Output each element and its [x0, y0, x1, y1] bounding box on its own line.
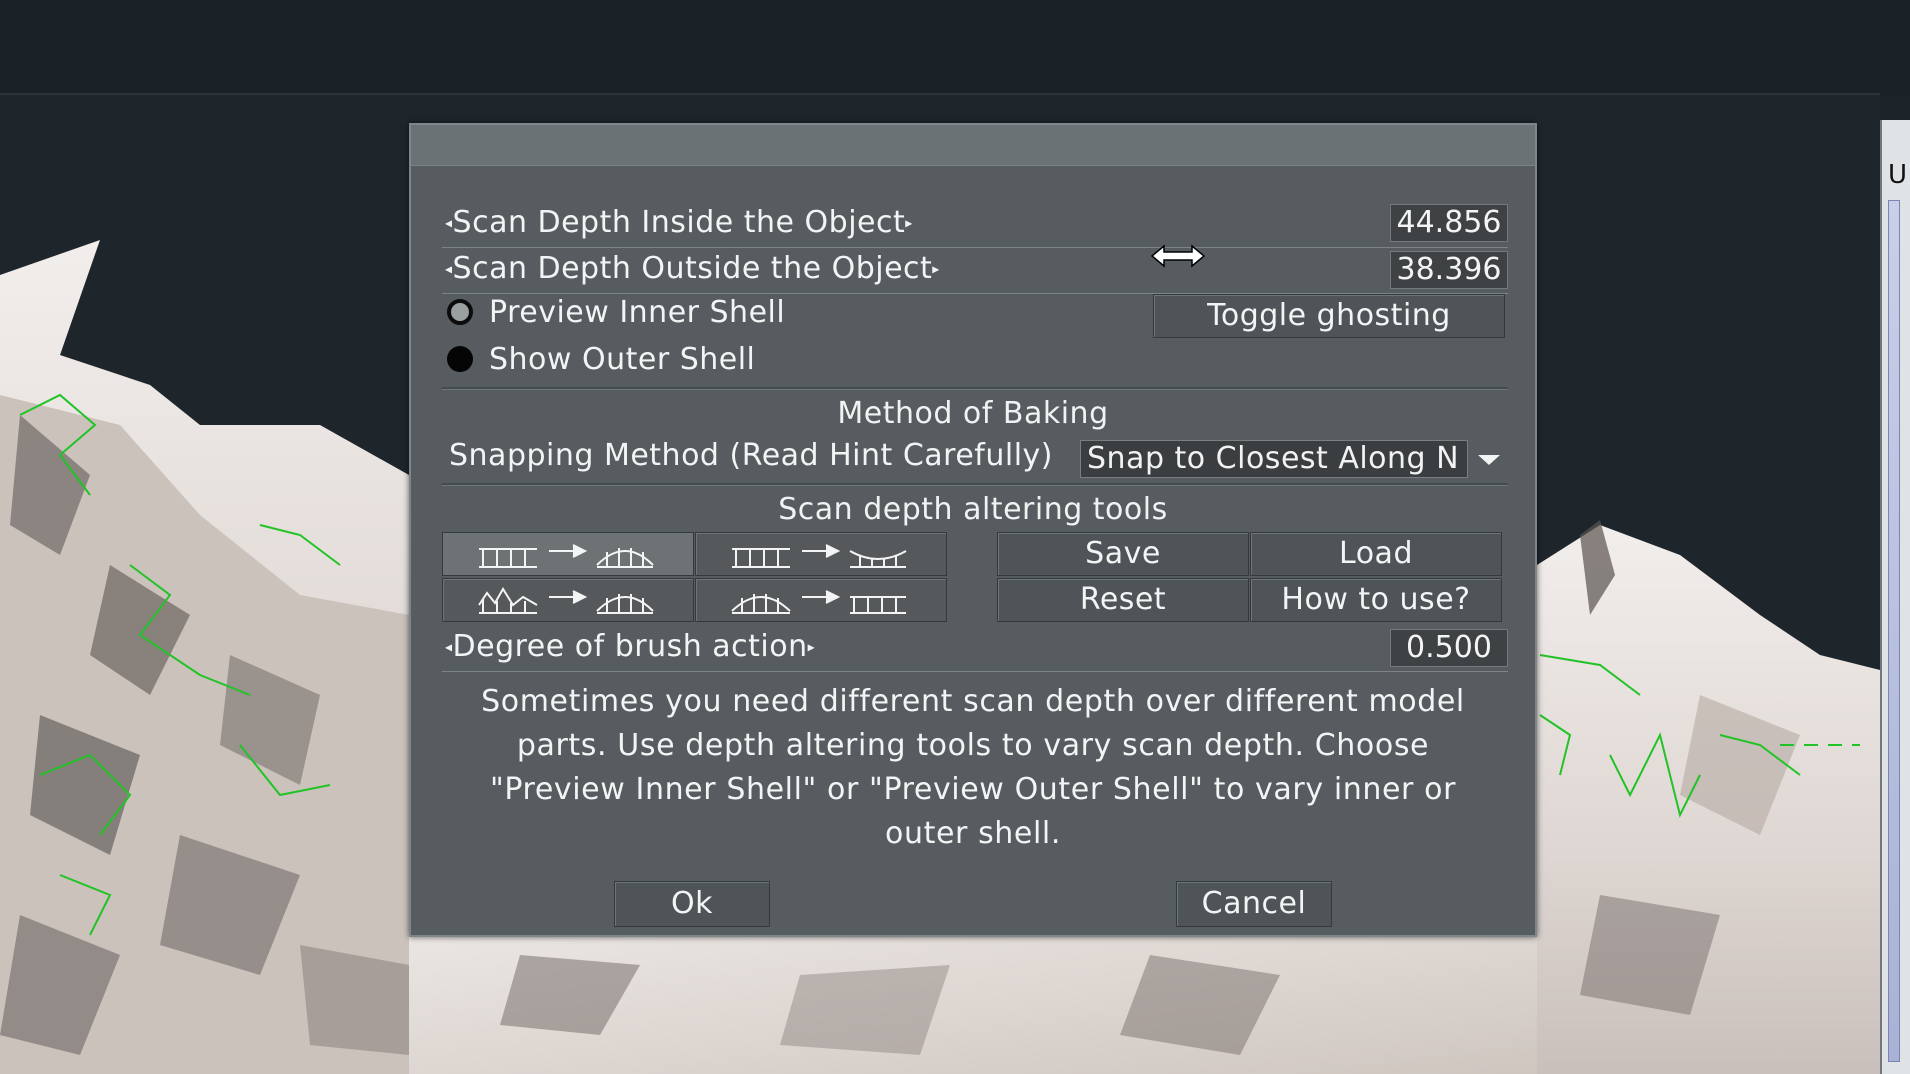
show-outer-shell-radio[interactable]: [447, 346, 473, 372]
preview-inner-shell-label[interactable]: Preview Inner Shell: [489, 295, 785, 330]
show-outer-shell-label[interactable]: Show Outer Shell: [489, 342, 755, 377]
toggle-ghosting-button[interactable]: Toggle ghosting: [1153, 294, 1505, 338]
snapping-method-select[interactable]: Snap to Closest Along N: [1080, 440, 1468, 478]
scan-depth-outside-label: Scan Depth Outside the Object: [452, 251, 933, 286]
dialog-titlebar[interactable]: [411, 125, 1535, 166]
bumpy-to-convex-icon: [478, 587, 654, 614]
how-to-use-button[interactable]: How to use?: [1250, 578, 1502, 622]
scan-depth-inside-slider[interactable]: ◂Scan Depth Inside the Object▸: [445, 205, 913, 240]
tool-convex-to-flat-button[interactable]: [695, 578, 947, 622]
scan-depth-inside-value[interactable]: 44.856: [1390, 204, 1508, 242]
scan-depth-dialog: ◂Scan Depth Inside the Object▸ 44.856 ◂S…: [409, 123, 1537, 937]
chevron-down-icon[interactable]: [1478, 455, 1500, 465]
increase-arrow-icon[interactable]: ▸: [808, 640, 816, 656]
decrease-arrow-icon[interactable]: ◂: [445, 262, 453, 278]
resize-cursor-icon: [1150, 244, 1206, 268]
viewport-top-bar: [0, 0, 1910, 93]
save-button[interactable]: Save: [997, 532, 1249, 576]
increase-arrow-icon[interactable]: ▸: [905, 216, 913, 232]
side-panel-strip[interactable]: [1888, 200, 1900, 1062]
row-divider: [442, 247, 1508, 248]
method-of-baking-heading: Method of Baking: [837, 396, 1109, 431]
section-divider: [442, 483, 1508, 486]
hint-text: Sometimes you need different scan depth …: [481, 684, 1465, 851]
brush-degree-slider[interactable]: ◂Degree of brush action▸: [445, 629, 815, 664]
row-divider: [442, 671, 1508, 672]
convex-to-flat-icon: [731, 590, 906, 614]
ok-button[interactable]: Ok: [614, 881, 770, 927]
scan-depth-outside-slider[interactable]: ◂Scan Depth Outside the Object▸: [445, 251, 940, 286]
cancel-button[interactable]: Cancel: [1176, 881, 1332, 927]
side-panel[interactable]: U: [1880, 120, 1910, 1074]
reset-button[interactable]: Reset: [997, 578, 1249, 622]
snapping-method-label: Snapping Method (Read Hint Carefully): [449, 438, 1053, 473]
load-button[interactable]: Load: [1250, 532, 1502, 576]
scan-depth-outside-value[interactable]: 38.396: [1390, 251, 1508, 289]
decrease-arrow-icon[interactable]: ◂: [445, 216, 453, 232]
section-divider: [442, 387, 1508, 390]
increase-arrow-icon[interactable]: ▸: [932, 262, 940, 278]
flat-to-convex-icon: [479, 544, 654, 568]
decrease-arrow-icon[interactable]: ◂: [445, 640, 453, 656]
tool-flat-to-convex-button[interactable]: [442, 532, 694, 576]
scan-depth-inside-label: Scan Depth Inside the Object: [452, 205, 906, 240]
brush-degree-label: Degree of brush action: [452, 629, 808, 664]
tool-flat-to-concave-button[interactable]: [695, 532, 947, 576]
flat-to-concave-icon: [732, 544, 907, 568]
preview-inner-shell-radio[interactable]: [447, 299, 473, 325]
scan-depth-tools-heading: Scan depth altering tools: [778, 492, 1168, 527]
tool-bumpy-to-convex-button[interactable]: [442, 578, 694, 622]
brush-degree-value[interactable]: 0.500: [1390, 629, 1508, 667]
side-panel-label: U: [1888, 160, 1908, 190]
